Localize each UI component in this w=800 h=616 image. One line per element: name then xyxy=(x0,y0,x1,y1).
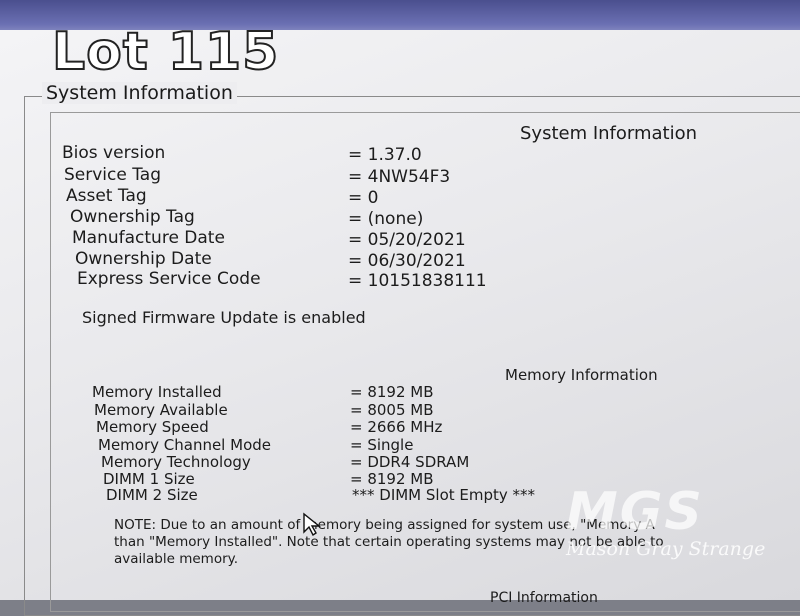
memory-technology-label: Memory Technology xyxy=(101,453,251,471)
group-title: System Information xyxy=(42,82,237,104)
memory-information-heading: Memory Information xyxy=(505,366,658,384)
manufacture-date-value: = 05/20/2021 xyxy=(348,230,466,250)
ownership-date-label: Ownership Date xyxy=(75,249,212,269)
memory-speed-value: = 2666 MHz xyxy=(350,418,443,436)
dimm-2-size-label: DIMM 2 Size xyxy=(106,486,198,504)
memory-installed-label: Memory Installed xyxy=(92,383,222,401)
memory-channel-mode-value: = Single xyxy=(350,436,414,454)
ownership-date-value: = 06/30/2021 xyxy=(348,251,466,271)
watermark-logo: MGS xyxy=(566,482,704,542)
dimm-2-size-value: *** DIMM Slot Empty *** xyxy=(352,486,536,504)
memory-speed-label: Memory Speed xyxy=(96,418,209,436)
memory-available-value: = 8005 MB xyxy=(350,401,434,419)
memory-available-label: Memory Available xyxy=(94,401,228,419)
mouse-pointer-icon xyxy=(303,512,321,537)
pci-information-heading: PCI Information xyxy=(490,590,598,606)
system-information-heading: System Information xyxy=(520,123,698,144)
service-tag-value: = 4NW54F3 xyxy=(348,167,451,187)
asset-tag-value: = 0 xyxy=(348,188,379,208)
bios-version-label: Bios version xyxy=(62,143,166,163)
manufacture-date-label: Manufacture Date xyxy=(72,228,225,248)
bios-version-value: = 1.37.0 xyxy=(348,145,422,165)
express-service-code-value: = 10151838111 xyxy=(348,271,487,291)
asset-tag-label: Asset Tag xyxy=(66,186,147,206)
memory-installed-value: = 8192 MB xyxy=(350,383,434,401)
firmware-status: Signed Firmware Update is enabled xyxy=(82,308,366,327)
ownership-tag-value: = (none) xyxy=(348,209,424,229)
memory-channel-mode-label: Memory Channel Mode xyxy=(98,436,271,454)
ownership-tag-label: Ownership Tag xyxy=(70,207,195,227)
service-tag-label: Service Tag xyxy=(64,165,162,185)
express-service-code-label: Express Service Code xyxy=(77,269,261,289)
memory-technology-value: = DDR4 SDRAM xyxy=(350,453,470,471)
watermark-name: Mason Gray Strange xyxy=(566,538,766,560)
lot-number-overlay: Lot 115 xyxy=(51,21,280,83)
